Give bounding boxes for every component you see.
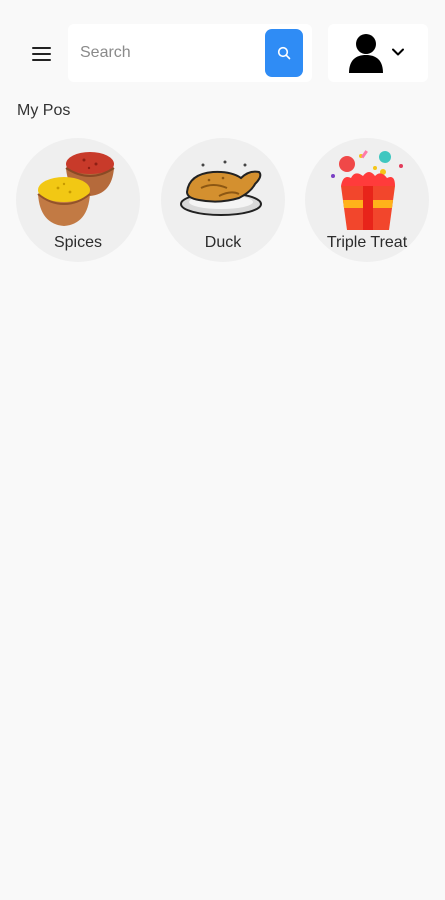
top-bar	[0, 0, 445, 100]
party-popcorn-icon	[331, 150, 403, 230]
chevron-down-icon	[392, 48, 404, 56]
category-duck[interactable]: Duck	[161, 138, 285, 262]
search-input[interactable]	[68, 24, 258, 82]
spices-bowls-icon	[37, 152, 115, 226]
profile-menu-button[interactable]	[328, 24, 428, 82]
category-label: Spices	[53, 234, 103, 251]
category-triple-treat[interactable]: Triple Treat	[305, 138, 429, 262]
hamburger-menu-icon[interactable]	[26, 42, 56, 66]
search-button[interactable]	[265, 29, 303, 77]
search-bar	[68, 24, 312, 82]
category-spices[interactable]: Spices	[16, 138, 140, 262]
search-icon	[277, 46, 291, 60]
roast-duck-icon	[180, 160, 262, 216]
category-label: Triple Treat	[326, 234, 408, 251]
user-avatar-icon	[349, 34, 383, 73]
section-title: My Pos	[17, 102, 71, 119]
category-label: Duck	[204, 234, 242, 251]
